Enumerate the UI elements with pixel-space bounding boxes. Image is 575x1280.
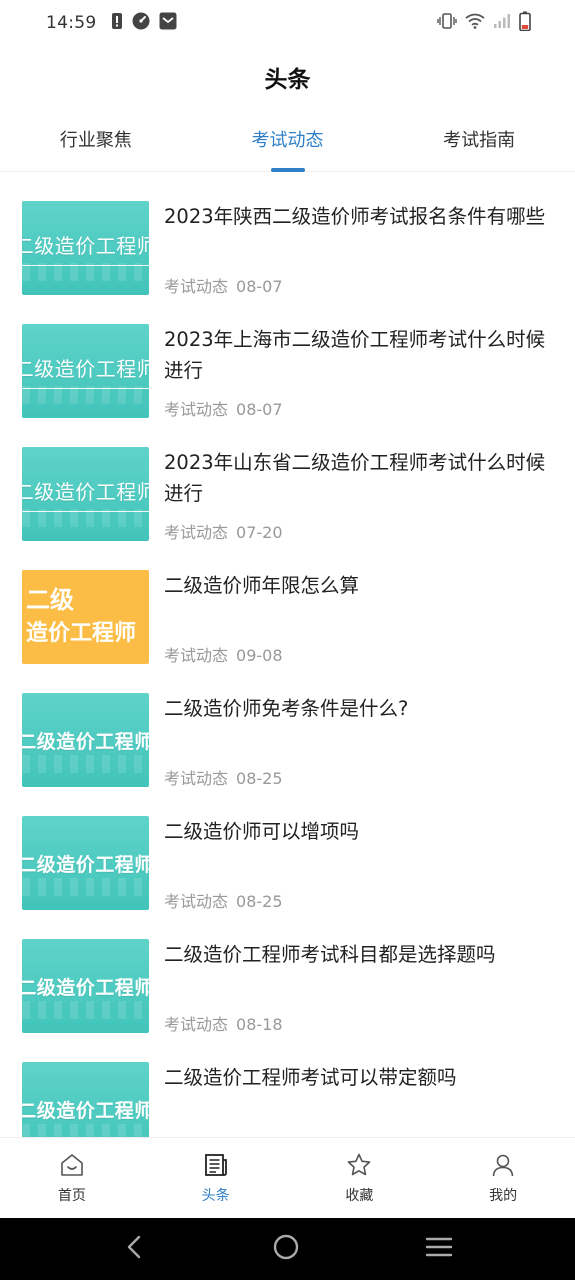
- thumbnail-text: 二级造价工程师: [22, 230, 149, 266]
- menu-icon[interactable]: [425, 1235, 453, 1263]
- thumbnail-text: 二级造价工程师: [22, 353, 149, 389]
- status-left-icons: [111, 12, 177, 34]
- battery-icon: [519, 11, 531, 35]
- news-date: 08-25: [236, 892, 283, 911]
- nav-item-profile[interactable]: 我的: [431, 1138, 575, 1218]
- news-title: 二级造价师年限怎么算: [164, 574, 360, 597]
- tab-label: 考试指南: [443, 130, 516, 151]
- tab-label: 考试动态: [251, 130, 324, 151]
- news-meta: 考试动态 08-25: [164, 888, 283, 912]
- tab-indicator: [270, 168, 305, 172]
- star-icon: [346, 1152, 372, 1182]
- news-date: 07-20: [236, 523, 283, 542]
- news-category: 考试动态: [164, 523, 229, 542]
- nav-item-favorites[interactable]: 收藏: [288, 1138, 432, 1218]
- nav-label: 收藏: [345, 1188, 374, 1204]
- news-title: 二级造价师免考条件是什么?: [164, 697, 409, 720]
- nav-item-news[interactable]: 头条: [144, 1138, 288, 1218]
- home-icon: [59, 1152, 85, 1182]
- thumbnail-text: 二级造价工程师: [22, 853, 149, 876]
- page-title: 头条: [264, 67, 311, 93]
- news-category: 考试动态: [164, 769, 229, 788]
- thumbnail-text: 造价工程师: [26, 621, 137, 646]
- news-title: 二级造价工程师考试可以带定额吗: [164, 1066, 457, 1089]
- news-meta: 考试动态 08-25: [164, 765, 283, 789]
- nav-label: 头条: [201, 1188, 230, 1204]
- news-meta: 考试动态 08-07: [164, 273, 283, 297]
- news-date: 08-18: [236, 1015, 283, 1034]
- tab-bar: 行业聚焦 考试动态 考试指南: [0, 118, 575, 172]
- news-thumbnail: 二级造价工程师: [22, 324, 149, 418]
- tab-label: 行业聚焦: [59, 130, 132, 151]
- news-title: 2023年陕西二级造价师考试报名条件有哪些: [164, 205, 546, 228]
- news-meta: 考试动态 08-07: [164, 396, 283, 420]
- news-meta: 考试动态 09-08: [164, 642, 283, 666]
- news-title: 2023年上海市二级造价工程师考试什么时候进行: [164, 328, 546, 382]
- thumbnail-text: 二级: [26, 586, 74, 614]
- news-icon: [203, 1152, 229, 1182]
- signal-icon: [493, 13, 511, 33]
- thumbnail-text: 二级造价工程师: [22, 976, 149, 999]
- news-title: 2023年山东省二级造价工程师考试什么时候进行: [164, 451, 546, 505]
- nav-item-home[interactable]: 首页: [0, 1138, 144, 1218]
- mail-icon: [159, 12, 177, 34]
- user-icon: [490, 1152, 516, 1182]
- tab-industry-focus[interactable]: 行业聚焦: [0, 118, 192, 171]
- thumbnail-text: 二级造价工程师: [22, 1099, 149, 1122]
- news-category: 考试动态: [164, 277, 229, 296]
- bottom-nav: 首页 头条 收藏 我的: [0, 1137, 575, 1218]
- vibrate-icon: [437, 13, 457, 33]
- list-item[interactable]: 二级造价工程师 二级造价工程师考试可以带定额吗: [0, 1034, 575, 1137]
- list-item[interactable]: 二级造价工程师 2023年上海市二级造价工程师考试什么时候进行 考试动态 08-0…: [0, 296, 575, 419]
- news-list[interactable]: 二级造价工程师 2023年陕西二级造价师考试报名条件有哪些 考试动态 08-07 …: [0, 173, 575, 1137]
- home-circle-icon[interactable]: [272, 1233, 300, 1265]
- list-item[interactable]: 二级造价工程师 二级造价师可以增项吗 考试动态 08-25: [0, 788, 575, 911]
- news-thumbnail: 二级造价工程师: [22, 939, 149, 1033]
- news-category: 考试动态: [164, 400, 229, 419]
- news-thumbnail: 二级 造价工程师: [22, 570, 149, 664]
- list-item[interactable]: 二级造价工程师 2023年陕西二级造价师考试报名条件有哪些 考试动态 08-07: [0, 173, 575, 296]
- news-thumbnail: 二级造价工程师: [22, 816, 149, 910]
- news-thumbnail: 二级造价工程师: [22, 447, 149, 541]
- tab-exam-news[interactable]: 考试动态: [192, 118, 384, 172]
- status-time: 14:59: [46, 13, 97, 33]
- news-thumbnail: 二级造价工程师: [22, 1062, 149, 1137]
- status-bar: 14:59: [0, 0, 575, 46]
- system-nav-bar: [0, 1218, 575, 1280]
- news-meta: 考试动态 08-18: [164, 1011, 283, 1035]
- back-icon[interactable]: [123, 1234, 147, 1264]
- tab-exam-guide[interactable]: 考试指南: [383, 118, 575, 171]
- wifi-icon: [465, 13, 485, 33]
- nav-label: 首页: [57, 1188, 86, 1204]
- nav-label: 我的: [489, 1188, 518, 1204]
- news-date: 08-07: [236, 400, 283, 419]
- news-date: 09-08: [236, 646, 283, 665]
- status-right-icons: [437, 11, 531, 35]
- news-category: 考试动态: [164, 892, 229, 911]
- news-title: 二级造价工程师考试科目都是选择题吗: [164, 943, 496, 966]
- thumbnail-text: 二级造价工程师: [22, 730, 149, 753]
- news-meta: 考试动态 07-20: [164, 519, 283, 543]
- list-item[interactable]: 二级 造价工程师 二级造价师年限怎么算 考试动态 09-08: [0, 542, 575, 665]
- list-item[interactable]: 二级造价工程师 二级造价师免考条件是什么? 考试动态 08-25: [0, 665, 575, 788]
- news-title: 二级造价师可以增项吗: [164, 820, 360, 843]
- news-category: 考试动态: [164, 646, 229, 665]
- news-thumbnail: 二级造价工程师: [22, 693, 149, 787]
- news-date: 08-25: [236, 769, 283, 788]
- sim-alert-icon: [111, 12, 123, 34]
- list-item[interactable]: 二级造价工程师 二级造价工程师考试科目都是选择题吗 考试动态 08-18: [0, 911, 575, 1034]
- news-thumbnail: 二级造价工程师: [22, 201, 149, 295]
- news-date: 08-07: [236, 277, 283, 296]
- speedometer-icon: [132, 12, 150, 34]
- thumbnail-text: 二级造价工程师: [22, 476, 149, 512]
- news-category: 考试动态: [164, 1015, 229, 1034]
- list-item[interactable]: 二级造价工程师 2023年山东省二级造价工程师考试什么时候进行 考试动态 07-2…: [0, 419, 575, 542]
